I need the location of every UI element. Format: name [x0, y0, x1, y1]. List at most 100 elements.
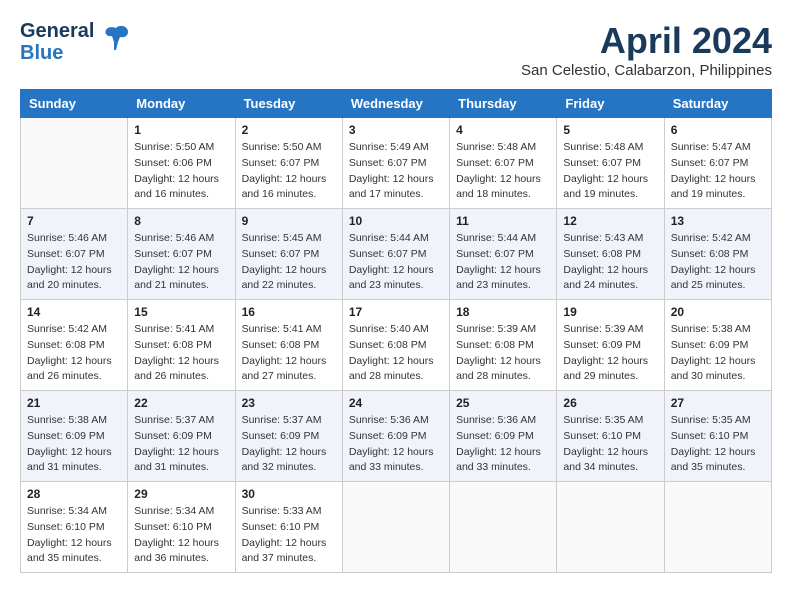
logo-general: General: [20, 20, 94, 42]
calendar-cell: 27 Sunrise: 5:35 AM Sunset: 6:10 PM Dayli…: [664, 391, 771, 482]
day-number: 6: [671, 123, 765, 137]
calendar-cell: [557, 482, 664, 573]
calendar-cell: 2 Sunrise: 5:50 AM Sunset: 6:07 PM Daylig…: [235, 118, 342, 209]
month-title: April 2024: [521, 20, 772, 62]
day-number: 25: [456, 396, 550, 410]
day-number: 1: [134, 123, 228, 137]
day-info: Sunrise: 5:41 AM Sunset: 6:08 PM Dayligh…: [134, 322, 228, 385]
calendar-cell: 30 Sunrise: 5:33 AM Sunset: 6:10 PM Dayli…: [235, 482, 342, 573]
day-number: 24: [349, 396, 443, 410]
day-info: Sunrise: 5:34 AM Sunset: 6:10 PM Dayligh…: [134, 504, 228, 567]
day-info: Sunrise: 5:43 AM Sunset: 6:08 PM Dayligh…: [563, 231, 657, 294]
day-info: Sunrise: 5:37 AM Sunset: 6:09 PM Dayligh…: [242, 413, 336, 476]
calendar-cell: 29 Sunrise: 5:34 AM Sunset: 6:10 PM Dayli…: [128, 482, 235, 573]
day-of-week-header: Wednesday: [342, 90, 449, 118]
calendar-cell: 26Sunrise: 5:35 AM Sunset: 6:10 PM Dayli…: [557, 391, 664, 482]
day-number: 10: [349, 214, 443, 228]
calendar-cell: 7 Sunrise: 5:46 AM Sunset: 6:07 PM Daylig…: [21, 209, 128, 300]
day-number: 12: [563, 214, 657, 228]
day-of-week-header: Sunday: [21, 90, 128, 118]
day-number: 9: [242, 214, 336, 228]
day-info: Sunrise: 5:39 AM Sunset: 6:08 PM Dayligh…: [456, 322, 550, 385]
calendar-cell: 15 Sunrise: 5:41 AM Sunset: 6:08 PM Dayli…: [128, 300, 235, 391]
calendar-table: SundayMondayTuesdayWednesdayThursdayFrid…: [20, 89, 772, 573]
day-number: 16: [242, 305, 336, 319]
day-info: Sunrise: 5:50 AM Sunset: 6:07 PM Dayligh…: [242, 140, 336, 203]
calendar-cell: 17Sunrise: 5:40 AM Sunset: 6:08 PM Dayli…: [342, 300, 449, 391]
day-info: Sunrise: 5:42 AM Sunset: 6:08 PM Dayligh…: [27, 322, 121, 385]
calendar-cell: 19 Sunrise: 5:39 AM Sunset: 6:09 PM Dayli…: [557, 300, 664, 391]
calendar-cell: 6 Sunrise: 5:47 AM Sunset: 6:07 PM Daylig…: [664, 118, 771, 209]
calendar-cell: [664, 482, 771, 573]
calendar-cell: 10 Sunrise: 5:44 AM Sunset: 6:07 PM Dayli…: [342, 209, 449, 300]
day-of-week-header: Thursday: [450, 90, 557, 118]
calendar-week-row: 28 Sunrise: 5:34 AM Sunset: 6:10 PM Dayli…: [21, 482, 772, 573]
calendar-week-row: 7 Sunrise: 5:46 AM Sunset: 6:07 PM Daylig…: [21, 209, 772, 300]
calendar-cell: [21, 118, 128, 209]
day-number: 28: [27, 487, 121, 501]
calendar-cell: 14 Sunrise: 5:42 AM Sunset: 6:08 PM Dayli…: [21, 300, 128, 391]
day-info: Sunrise: 5:47 AM Sunset: 6:07 PM Dayligh…: [671, 140, 765, 203]
calendar-week-row: 21 Sunrise: 5:38 AM Sunset: 6:09 PM Dayli…: [21, 391, 772, 482]
day-number: 7: [27, 214, 121, 228]
day-number: 2: [242, 123, 336, 137]
day-info: Sunrise: 5:35 AM Sunset: 6:10 PM Dayligh…: [671, 413, 765, 476]
day-number: 3: [349, 123, 443, 137]
day-info: Sunrise: 5:44 AM Sunset: 6:07 PM Dayligh…: [456, 231, 550, 294]
day-info: Sunrise: 5:48 AM Sunset: 6:07 PM Dayligh…: [563, 140, 657, 203]
calendar-cell: 18 Sunrise: 5:39 AM Sunset: 6:08 PM Dayli…: [450, 300, 557, 391]
calendar-cell: 11 Sunrise: 5:44 AM Sunset: 6:07 PM Dayli…: [450, 209, 557, 300]
calendar-cell: 5Sunrise: 5:48 AM Sunset: 6:07 PM Daylig…: [557, 118, 664, 209]
day-info: Sunrise: 5:46 AM Sunset: 6:07 PM Dayligh…: [27, 231, 121, 294]
logo: General Blue: [20, 20, 132, 64]
day-number: 20: [671, 305, 765, 319]
day-number: 13: [671, 214, 765, 228]
day-number: 19: [563, 305, 657, 319]
location-subtitle: San Celestio, Calabarzon, Philippines: [521, 62, 772, 79]
day-info: Sunrise: 5:36 AM Sunset: 6:09 PM Dayligh…: [349, 413, 443, 476]
logo-bird-icon: [100, 22, 132, 59]
calendar-week-row: 1 Sunrise: 5:50 AM Sunset: 6:06 PM Daylig…: [21, 118, 772, 209]
day-info: Sunrise: 5:36 AM Sunset: 6:09 PM Dayligh…: [456, 413, 550, 476]
day-info: Sunrise: 5:45 AM Sunset: 6:07 PM Dayligh…: [242, 231, 336, 294]
day-info: Sunrise: 5:37 AM Sunset: 6:09 PM Dayligh…: [134, 413, 228, 476]
day-number: 29: [134, 487, 228, 501]
day-number: 15: [134, 305, 228, 319]
day-info: Sunrise: 5:46 AM Sunset: 6:07 PM Dayligh…: [134, 231, 228, 294]
calendar-cell: 24 Sunrise: 5:36 AM Sunset: 6:09 PM Dayli…: [342, 391, 449, 482]
day-info: Sunrise: 5:35 AM Sunset: 6:10 PM Dayligh…: [563, 413, 657, 476]
day-number: 23: [242, 396, 336, 410]
page-header: General Blue April 2024 San Celestio, Ca…: [20, 20, 772, 79]
logo-blue: Blue: [20, 42, 94, 64]
calendar-cell: 12 Sunrise: 5:43 AM Sunset: 6:08 PM Dayli…: [557, 209, 664, 300]
calendar-cell: 28 Sunrise: 5:34 AM Sunset: 6:10 PM Dayli…: [21, 482, 128, 573]
day-number: 4: [456, 123, 550, 137]
calendar-cell: 25 Sunrise: 5:36 AM Sunset: 6:09 PM Dayli…: [450, 391, 557, 482]
day-number: 18: [456, 305, 550, 319]
calendar-cell: 22Sunrise: 5:37 AM Sunset: 6:09 PM Dayli…: [128, 391, 235, 482]
day-info: Sunrise: 5:42 AM Sunset: 6:08 PM Dayligh…: [671, 231, 765, 294]
day-of-week-header: Friday: [557, 90, 664, 118]
day-number: 14: [27, 305, 121, 319]
calendar-cell: [342, 482, 449, 573]
day-info: Sunrise: 5:40 AM Sunset: 6:08 PM Dayligh…: [349, 322, 443, 385]
day-info: Sunrise: 5:34 AM Sunset: 6:10 PM Dayligh…: [27, 504, 121, 567]
calendar-cell: 1 Sunrise: 5:50 AM Sunset: 6:06 PM Daylig…: [128, 118, 235, 209]
calendar-cell: 8 Sunrise: 5:46 AM Sunset: 6:07 PM Daylig…: [128, 209, 235, 300]
day-info: Sunrise: 5:33 AM Sunset: 6:10 PM Dayligh…: [242, 504, 336, 567]
calendar-cell: 16 Sunrise: 5:41 AM Sunset: 6:08 PM Dayli…: [235, 300, 342, 391]
calendar-cell: 20 Sunrise: 5:38 AM Sunset: 6:09 PM Dayli…: [664, 300, 771, 391]
day-info: Sunrise: 5:39 AM Sunset: 6:09 PM Dayligh…: [563, 322, 657, 385]
day-number: 21: [27, 396, 121, 410]
day-number: 8: [134, 214, 228, 228]
day-info: Sunrise: 5:38 AM Sunset: 6:09 PM Dayligh…: [27, 413, 121, 476]
calendar-cell: 3Sunrise: 5:49 AM Sunset: 6:07 PM Daylig…: [342, 118, 449, 209]
calendar-cell: 4Sunrise: 5:48 AM Sunset: 6:07 PM Daylig…: [450, 118, 557, 209]
day-number: 27: [671, 396, 765, 410]
day-info: Sunrise: 5:50 AM Sunset: 6:06 PM Dayligh…: [134, 140, 228, 203]
day-info: Sunrise: 5:44 AM Sunset: 6:07 PM Dayligh…: [349, 231, 443, 294]
day-number: 11: [456, 214, 550, 228]
day-info: Sunrise: 5:41 AM Sunset: 6:08 PM Dayligh…: [242, 322, 336, 385]
day-info: Sunrise: 5:38 AM Sunset: 6:09 PM Dayligh…: [671, 322, 765, 385]
day-number: 30: [242, 487, 336, 501]
